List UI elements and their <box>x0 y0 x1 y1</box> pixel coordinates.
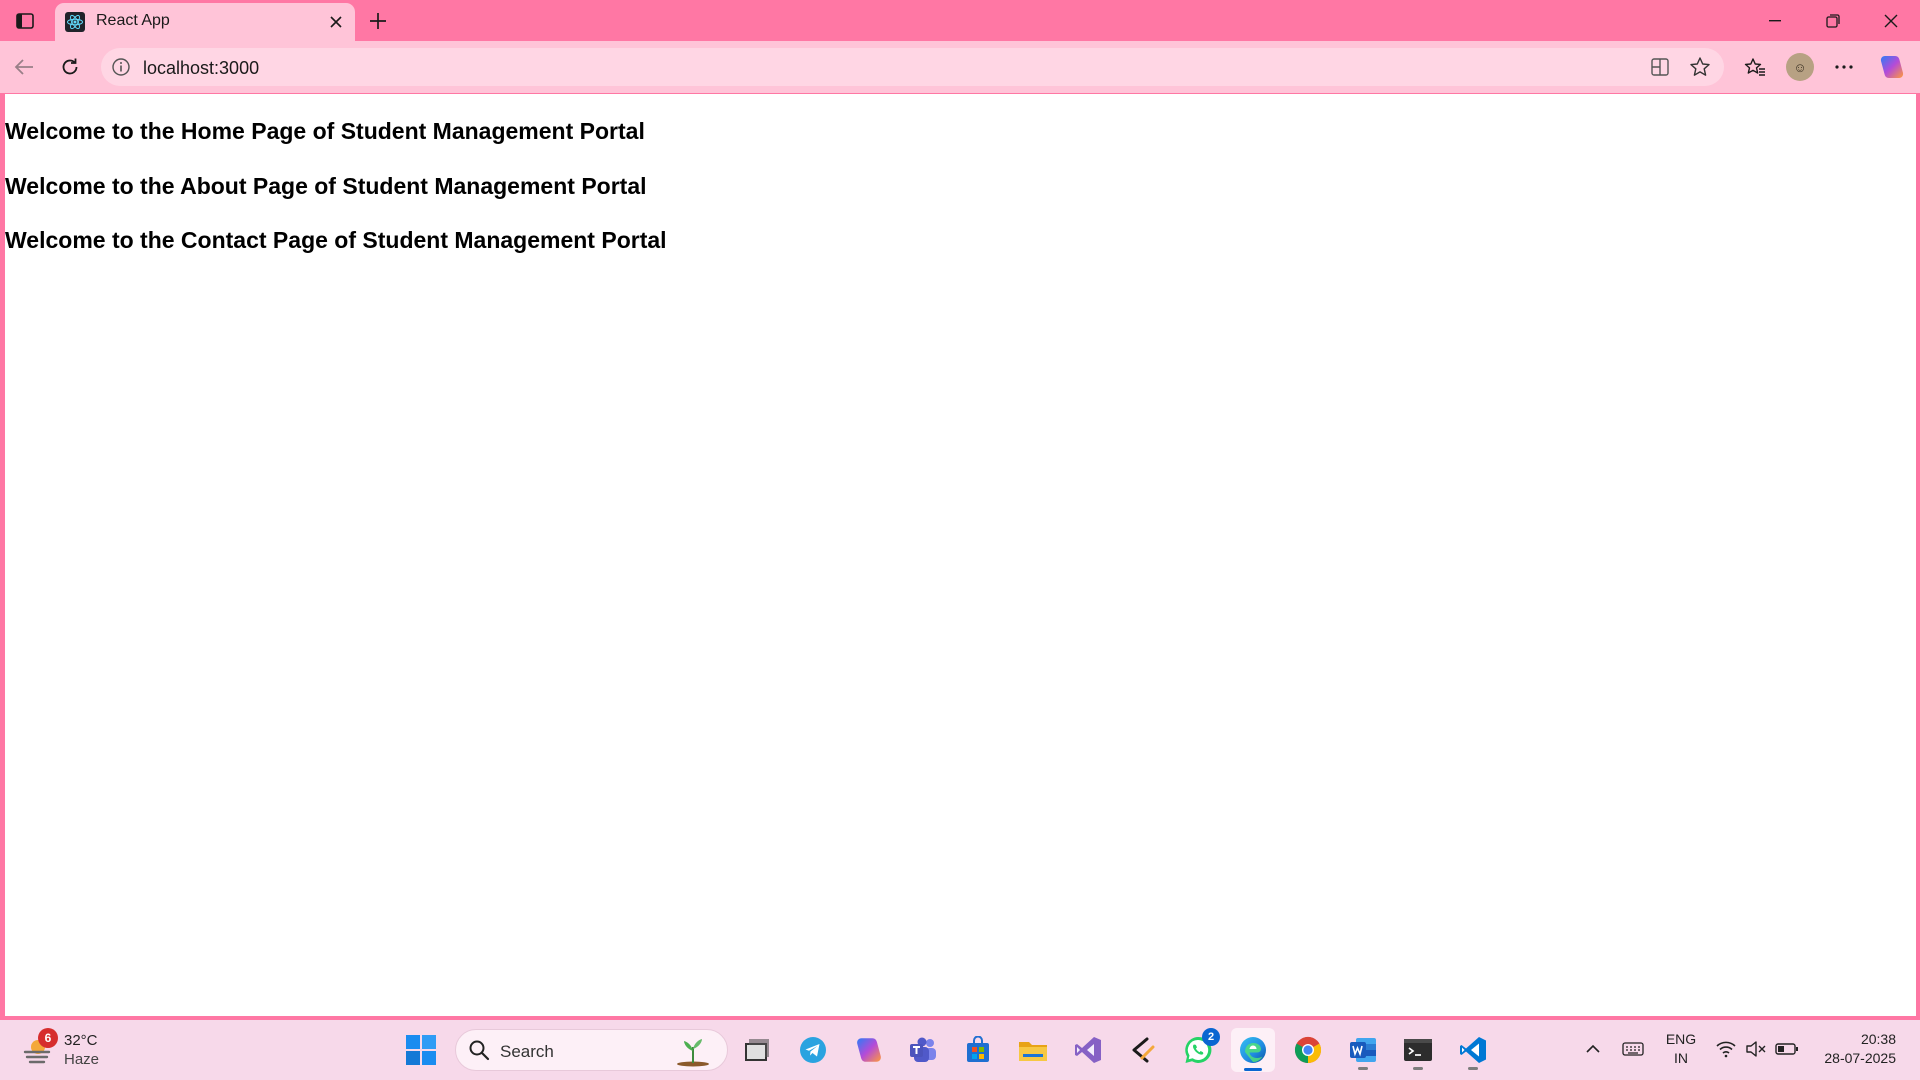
folder-icon[interactable] <box>1011 1028 1055 1072</box>
contact-heading: Welcome to the Contact Page of Student M… <box>5 227 667 253</box>
active-indicator <box>1244 1068 1262 1071</box>
refresh-icon[interactable] <box>52 50 88 84</box>
language-indicator[interactable]: ENG IN <box>1664 1030 1698 1068</box>
clock-time: 20:38 <box>1860 1031 1896 1047</box>
wifi-icon[interactable] <box>1713 1036 1739 1062</box>
volume-muted-icon[interactable] <box>1743 1036 1769 1062</box>
visual-studio-icon[interactable] <box>1066 1028 1110 1072</box>
word-icon[interactable] <box>1341 1028 1385 1072</box>
sidebar-toggle-icon[interactable] <box>10 8 40 34</box>
restore-icon[interactable] <box>1810 6 1856 36</box>
url-text: localhost:3000 <box>143 58 260 78</box>
weather-temperature: 32°C <box>64 1032 98 1049</box>
edge-icon[interactable] <box>1231 1028 1275 1072</box>
weather-badge: 6 <box>38 1028 58 1048</box>
battery-icon[interactable] <box>1774 1036 1800 1062</box>
chevron-up-icon[interactable] <box>1580 1036 1606 1062</box>
chrome-icon[interactable] <box>1286 1028 1330 1072</box>
taskbar-search[interactable]: Search <box>455 1029 728 1071</box>
running-indicator <box>1468 1067 1478 1070</box>
taskbar: 6 32°C Haze Search 2 ENG IN 20:38 28-07-… <box>0 1020 1920 1080</box>
search-label: Search <box>500 1042 554 1061</box>
copilot-app-icon[interactable] <box>847 1028 891 1072</box>
code-tool-icon[interactable] <box>1121 1028 1165 1072</box>
whatsapp-icon[interactable]: 2 <box>1176 1028 1220 1072</box>
search-icon <box>468 1039 492 1063</box>
plus-icon[interactable] <box>363 6 393 36</box>
about-heading: Welcome to the About Page of Student Man… <box>5 173 647 199</box>
close-window-icon[interactable] <box>1868 6 1914 36</box>
teams-icon[interactable] <box>901 1028 945 1072</box>
page-viewport: Welcome to the Home Page of Student Mana… <box>5 94 1916 1016</box>
tab-react-app[interactable]: React App <box>55 3 355 41</box>
browser-toolbar: localhost:3000 ☺ <box>0 41 1920 93</box>
browser-title-bar: React App <box>0 0 1920 41</box>
file-manager-icon[interactable] <box>735 1028 779 1072</box>
close-icon[interactable] <box>325 11 347 33</box>
system-clock[interactable]: 20:38 28-07-2025 <box>1812 1030 1896 1068</box>
clock-date: 28-07-2025 <box>1824 1050 1896 1066</box>
info-icon[interactable] <box>111 57 131 77</box>
language-region: IN <box>1674 1050 1688 1066</box>
tab-title: React App <box>96 12 170 29</box>
address-bar[interactable]: localhost:3000 <box>101 48 1724 86</box>
star-icon[interactable] <box>1684 52 1716 82</box>
whatsapp-badge: 2 <box>1202 1028 1220 1046</box>
windows-start-icon[interactable] <box>405 1034 437 1066</box>
avatar[interactable]: ☺ <box>1786 53 1814 81</box>
favorites-icon[interactable] <box>1737 50 1773 84</box>
weather-widget[interactable]: 6 32°C Haze <box>20 1028 120 1072</box>
more-icon[interactable] <box>1826 50 1862 84</box>
running-indicator <box>1358 1067 1368 1070</box>
running-indicator <box>1413 1067 1423 1070</box>
copilot-icon[interactable] <box>1874 50 1910 84</box>
back-arrow-icon[interactable] <box>6 50 42 84</box>
vscode-icon[interactable] <box>1451 1028 1495 1072</box>
weather-condition: Haze <box>64 1051 100 1068</box>
home-heading: Welcome to the Home Page of Student Mana… <box>5 118 645 144</box>
split-screen-icon[interactable] <box>1644 52 1676 82</box>
search-highlight-icon <box>673 1035 713 1067</box>
store-icon[interactable] <box>956 1028 1000 1072</box>
language-code: ENG <box>1665 1031 1697 1047</box>
minimize-icon[interactable] <box>1752 6 1798 36</box>
terminal-icon[interactable] <box>1396 1028 1440 1072</box>
react-favicon-icon <box>65 12 85 32</box>
keyboard-icon[interactable] <box>1620 1036 1646 1062</box>
telegram-icon[interactable] <box>791 1028 835 1072</box>
